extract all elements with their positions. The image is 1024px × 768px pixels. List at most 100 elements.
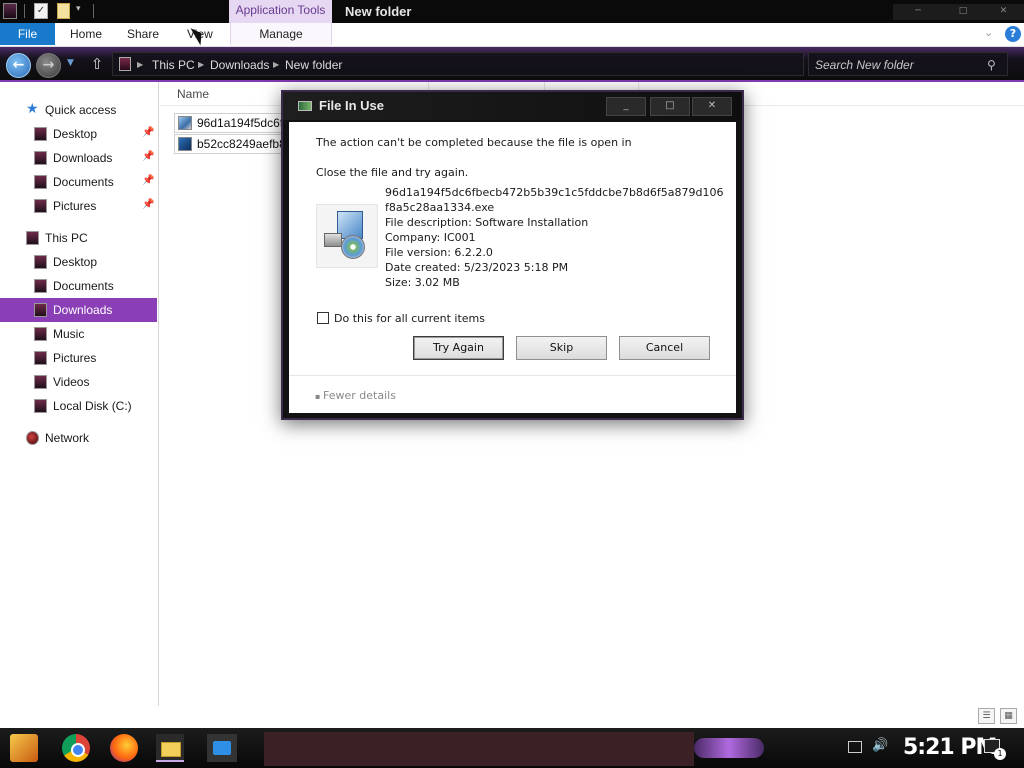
mail-icon[interactable] — [207, 734, 237, 762]
dialog-minimize-button[interactable]: _ — [606, 97, 646, 116]
sidebar-item-pc-documents[interactable]: Documents — [0, 274, 157, 298]
software-installation-icon — [316, 204, 378, 268]
installer-disc-shape — [341, 235, 365, 259]
tab-share[interactable]: Share — [127, 23, 159, 45]
file-in-use-dialog: File In Use _ □ ✕ The action can't be co… — [281, 90, 744, 420]
collapse-details-icon[interactable]: ▪ — [315, 392, 320, 401]
network-tray-icon[interactable] — [848, 741, 862, 753]
music-icon — [34, 327, 47, 341]
details-view-icon[interactable]: ☰ — [978, 708, 995, 724]
up-button[interactable]: ⇧ — [88, 54, 106, 74]
minimize-button[interactable]: ─ — [893, 4, 943, 20]
address-bar[interactable]: ▶ This PC ▶ Downloads ▶ New folder — [112, 52, 804, 76]
sidebar-item-documents[interactable]: Documents 📌 — [0, 170, 157, 194]
search-icon[interactable]: ⚲ — [987, 56, 996, 74]
dialog-close-button[interactable]: ✕ — [692, 97, 732, 116]
sidebar-item-local-disk[interactable]: Local Disk (C:) — [0, 394, 157, 418]
expand-ribbon-icon[interactable]: ⌄ — [984, 26, 993, 39]
sidebar-item-desktop[interactable]: Desktop 📌 — [0, 122, 157, 146]
desktop-icon — [34, 255, 47, 269]
sidebar-item-network[interactable]: Network — [0, 426, 157, 450]
volume-icon[interactable]: 🔊 — [872, 738, 888, 753]
apply-to-all-checkbox[interactable] — [317, 312, 329, 324]
sidebar-item-pc-desktop[interactable]: Desktop — [0, 250, 157, 274]
help-icon[interactable]: ? — [1005, 26, 1021, 42]
sidebar-item-label: Pictures — [53, 351, 97, 365]
notification-count-badge: 1 — [994, 748, 1006, 760]
sidebar-item-label: Videos — [53, 375, 90, 389]
file-explorer-icon[interactable] — [156, 734, 184, 762]
network-icon — [26, 431, 39, 445]
dialog-titlebar[interactable]: File In Use _ □ ✕ — [283, 92, 742, 120]
large-icons-view-icon[interactable]: ▦ — [1000, 708, 1017, 724]
file-list-item[interactable]: b52cc8249aefb8c — [174, 134, 284, 154]
sidebar-item-label: Pictures — [53, 199, 97, 213]
breadcrumb-chevron-icon[interactable]: ▶ — [198, 56, 204, 74]
column-header-name[interactable]: Name — [177, 82, 209, 106]
tab-home[interactable]: Home — [70, 23, 102, 45]
breadcrumb-this-pc[interactable]: This PC — [152, 56, 195, 74]
maximize-button[interactable]: □ — [938, 4, 988, 20]
file-list-item[interactable]: 96d1a194f5dc6fb — [174, 113, 284, 133]
app-menu-icon[interactable] — [3, 3, 17, 19]
sidebar-item-videos[interactable]: Videos — [0, 370, 157, 394]
qat-separator — [93, 4, 94, 18]
close-button[interactable]: ✕ — [983, 4, 1024, 20]
taskbar-clock[interactable]: 5:21 PM — [903, 734, 997, 762]
breadcrumb-chevron-icon[interactable]: ▶ — [137, 56, 143, 74]
chrome-icon[interactable] — [62, 734, 90, 762]
setup-file-icon — [178, 116, 192, 130]
sidebar-item-label: Desktop — [53, 255, 98, 269]
sidebar-item-downloads-quick[interactable]: Downloads 📌 — [0, 146, 157, 170]
navigation-pane: ★ Quick access Desktop 📌 Downloads 📌 Doc… — [0, 82, 159, 706]
sidebar-item-music[interactable]: Music — [0, 322, 157, 346]
pin-icon[interactable]: 📌 — [142, 199, 154, 210]
dialog-maximize-button[interactable]: □ — [650, 97, 690, 116]
file-name: 96d1a194f5dc6fb — [197, 116, 283, 130]
apply-to-all-label[interactable]: Do this for all current items — [334, 311, 485, 326]
tab-file[interactable]: File — [0, 23, 55, 45]
videos-icon — [34, 375, 47, 389]
forward-button[interactable]: → — [36, 53, 61, 78]
tab-manage[interactable]: Manage — [230, 23, 332, 45]
recent-locations-chevron-icon[interactable]: ▼ — [67, 58, 74, 68]
sidebar-item-pc-pictures[interactable]: Pictures — [0, 346, 157, 370]
pin-icon[interactable]: 📌 — [142, 175, 154, 186]
qat-separator — [24, 4, 25, 18]
sidebar-item-this-pc[interactable]: This PC — [0, 226, 157, 250]
sidebar-item-pictures[interactable]: Pictures 📌 — [0, 194, 157, 218]
file-size: Size: 3.02 MB — [385, 276, 460, 289]
documents-icon — [34, 175, 47, 189]
new-folder-icon[interactable] — [57, 3, 70, 19]
dialog-title: File In Use — [319, 98, 385, 113]
pin-icon[interactable]: 📌 — [142, 151, 154, 162]
cancel-button[interactable]: Cancel — [619, 336, 710, 360]
search-input[interactable]: Search New folder ⚲ — [808, 52, 1008, 76]
skip-button[interactable]: Skip — [516, 336, 607, 360]
qat-dropdown-icon[interactable]: ▾ — [76, 4, 81, 14]
sidebar-item-label: Documents — [53, 175, 114, 189]
start-icon[interactable] — [10, 734, 38, 762]
breadcrumb-downloads[interactable]: Downloads — [210, 56, 269, 74]
installer-bar-shape — [324, 233, 342, 247]
properties-icon[interactable]: ✓ — [34, 3, 48, 19]
file-name-line: 96d1a194f5dc6fbecb472b5b39c1c5fddcbe7b8d… — [385, 186, 724, 199]
file-date-created: Date created: 5/23/2023 5:18 PM — [385, 261, 569, 274]
fewer-details-link[interactable]: Fewer details — [323, 388, 396, 403]
sidebar-item-pc-downloads[interactable]: Downloads — [0, 298, 157, 322]
dialog-message: The action can't be completed because th… — [316, 136, 632, 149]
sidebar-item-label: This PC — [45, 231, 88, 245]
back-button[interactable]: ← — [6, 53, 31, 78]
file-name-line: f8a5c28aa1334.exe — [385, 201, 495, 214]
try-again-button[interactable]: Try Again — [413, 336, 504, 360]
pin-icon[interactable]: 📌 — [142, 127, 154, 138]
breadcrumb-chevron-icon[interactable]: ▶ — [273, 56, 279, 74]
sidebar-item-label: Desktop — [53, 127, 98, 141]
file-version: File version: 6.2.2.0 — [385, 246, 493, 259]
pictures-icon — [34, 199, 47, 213]
sidebar-item-quick-access[interactable]: ★ Quick access — [0, 98, 157, 122]
file-description: File description: Software Installation — [385, 216, 589, 229]
firefox-icon[interactable] — [110, 734, 138, 762]
file-name: b52cc8249aefb8c — [197, 137, 283, 151]
breadcrumb-new-folder[interactable]: New folder — [285, 56, 342, 74]
